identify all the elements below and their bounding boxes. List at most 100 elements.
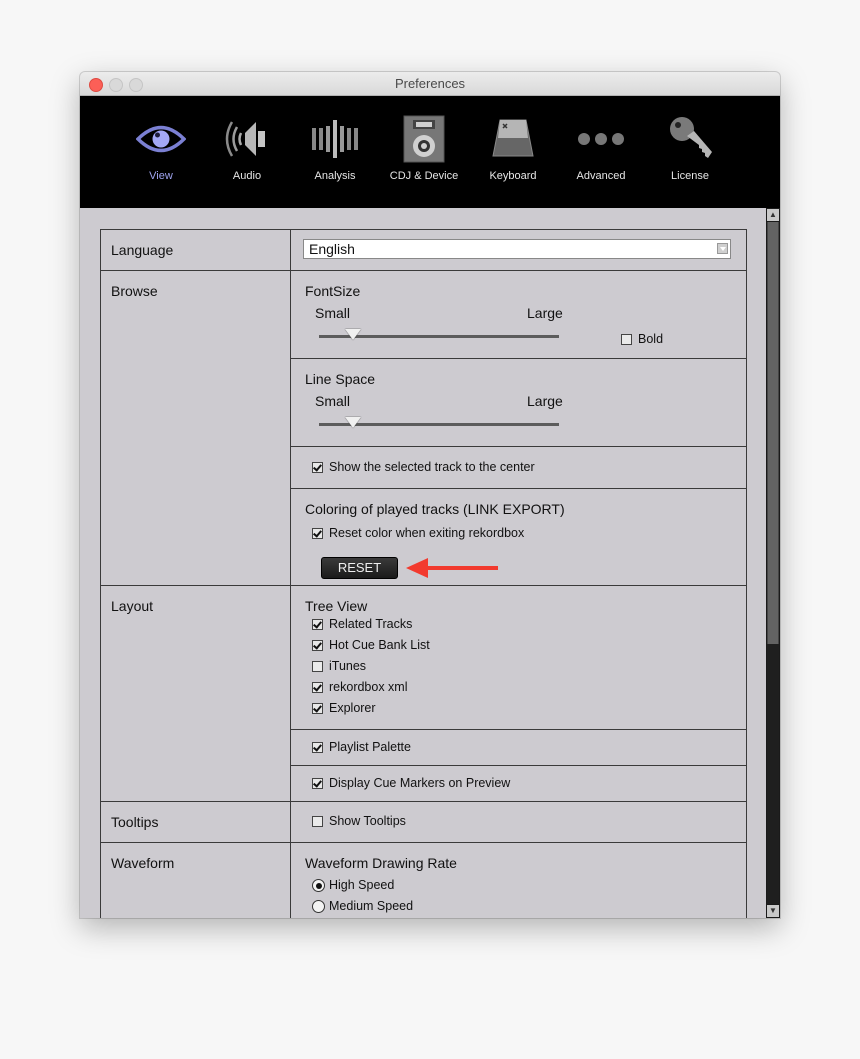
close-window-button[interactable] — [89, 78, 103, 92]
layout-row: Layout Tree View Related Tracks Hot Cue … — [100, 585, 747, 802]
scroll-up-arrow-icon[interactable]: ▲ — [767, 209, 779, 221]
linespace-max-label: Large — [527, 393, 563, 409]
tab-analysis[interactable]: Analysis — [292, 96, 378, 208]
tree-item-related-tracks[interactable]: Related Tracks — [291, 614, 746, 635]
linespace-title: Line Space — [305, 371, 376, 387]
tree-item-explorer[interactable]: Explorer — [291, 698, 746, 719]
preferences-toolbar: View Audio Analysis CDJ & Device Keyboar… — [80, 96, 780, 208]
radio-high-speed[interactable]: High Speed — [291, 875, 746, 896]
tab-license[interactable]: License — [647, 96, 733, 208]
tab-advanced-label: Advanced — [576, 170, 626, 182]
tree-item-rekordbox-xml[interactable]: rekordbox xml — [291, 677, 746, 698]
scroll-down-arrow-icon[interactable]: ▼ — [767, 905, 779, 917]
playlist-palette-checkbox[interactable]: Playlist Palette — [291, 730, 746, 758]
cue-markers-checkbox[interactable]: Display Cue Markers on Preview — [291, 766, 746, 794]
checkbox-box[interactable] — [312, 703, 323, 714]
center-checkbox-box[interactable] — [312, 462, 323, 473]
checkbox-box[interactable] — [312, 640, 323, 651]
language-select-value: English — [309, 241, 355, 257]
center-checkbox[interactable]: Show the selected track to the center — [291, 447, 746, 478]
preferences-window: Preferences View Audio Analysis CDJ & De… — [80, 72, 780, 918]
tab-cdj-device-label: CDJ & Device — [389, 170, 459, 182]
fontsize-title: FontSize — [305, 283, 361, 299]
minimize-window-button[interactable] — [109, 78, 123, 92]
tooltips-label: Tooltips — [100, 801, 291, 843]
tab-view[interactable]: View — [118, 96, 204, 208]
center-section: Show the selected track to the center — [291, 447, 746, 489]
language-label: Language — [100, 229, 291, 271]
radio-label: Medium Speed — [329, 899, 414, 913]
playlist-palette-label: Playlist Palette — [329, 740, 411, 754]
preferences-content: Language English Browse FontSize Small L… — [80, 208, 766, 918]
tab-advanced[interactable]: Advanced — [558, 96, 644, 208]
cue-markers-checkbox-box[interactable] — [312, 778, 323, 789]
waveform-section: Waveform Drawing Rate High Speed Medium … — [291, 843, 746, 918]
waveform-rate-options: High Speed Medium Speed — [291, 875, 746, 917]
playlist-palette-checkbox-box[interactable] — [312, 742, 323, 753]
tree-item-label: Explorer — [329, 701, 376, 715]
tree-item-label: iTunes — [329, 659, 367, 673]
radio-label: High Speed — [329, 878, 395, 892]
show-tooltips-checkbox[interactable]: Show Tooltips — [291, 802, 746, 832]
browse-label: Browse — [100, 270, 291, 586]
tab-analysis-label: Analysis — [314, 170, 356, 182]
dropdown-arrow-icon — [717, 243, 728, 254]
tooltips-row: Tooltips Show Tooltips — [100, 801, 747, 843]
window-title: Preferences — [394, 76, 466, 91]
fontsize-slider-thumb[interactable] — [344, 329, 361, 340]
radio-medium-speed[interactable]: Medium Speed — [291, 896, 746, 917]
tab-license-label: License — [671, 170, 709, 182]
tab-audio[interactable]: Audio — [204, 96, 290, 208]
reset-color-checkbox[interactable]: Reset color when exiting rekordbox — [291, 523, 746, 544]
center-label: Show the selected track to the center — [329, 460, 535, 474]
language-setting: English — [291, 230, 746, 270]
annotation-arrow-icon — [406, 558, 498, 578]
tab-keyboard-label: Keyboard — [489, 170, 537, 182]
bold-label: Bold — [638, 332, 664, 346]
waveform-label: Waveform — [100, 842, 291, 918]
show-tooltips-checkbox-box[interactable] — [312, 816, 323, 827]
reset-color-checkbox-box[interactable] — [312, 528, 323, 539]
cue-markers-section: Display Cue Markers on Preview — [291, 766, 746, 801]
checkbox-box[interactable] — [312, 619, 323, 630]
scrollbar-track[interactable] — [767, 222, 779, 904]
zoom-window-button[interactable] — [129, 78, 143, 92]
layout-label: Layout — [100, 585, 291, 802]
language-select[interactable]: English — [303, 239, 731, 259]
tab-keyboard[interactable]: Keyboard — [470, 96, 556, 208]
radio-button[interactable] — [312, 900, 325, 913]
radio-button[interactable] — [312, 879, 325, 892]
linespace-slider-thumb[interactable] — [344, 417, 361, 428]
tree-item-itunes[interactable]: iTunes — [291, 656, 746, 677]
fontsize-slider[interactable] — [291, 327, 746, 347]
checkbox-box[interactable] — [312, 682, 323, 693]
playlist-palette-section: Playlist Palette — [291, 730, 746, 766]
title-bar: Preferences — [80, 72, 780, 96]
bold-checkbox[interactable]: Bold — [600, 329, 663, 350]
vertical-scrollbar[interactable]: ▲ ▼ — [766, 208, 780, 918]
language-row: Language English — [100, 229, 747, 271]
tree-item-label: Related Tracks — [329, 617, 413, 631]
linespace-slider[interactable] — [291, 415, 746, 435]
bold-checkbox-box[interactable] — [621, 334, 632, 345]
checkbox-box[interactable] — [312, 661, 323, 672]
fontsize-max-label: Large — [527, 305, 563, 321]
speaker-icon — [225, 121, 265, 157]
tree-item-hot-cue-bank-list[interactable]: Hot Cue Bank List — [291, 635, 746, 656]
cue-markers-label: Display Cue Markers on Preview — [329, 776, 511, 790]
tree-item-label: rekordbox xml — [329, 680, 408, 694]
tree-view-list: Related Tracks Hot Cue Bank List iTunes … — [291, 614, 746, 719]
linespace-slider-labels: Small Large — [291, 393, 746, 415]
tab-cdj-device[interactable]: CDJ & Device — [381, 96, 467, 208]
coloring-section: Coloring of played tracks (LINK EXPORT) … — [291, 489, 746, 585]
tab-view-label: View — [149, 170, 173, 182]
scrollbar-thumb[interactable] — [767, 222, 779, 644]
browse-row: Browse FontSize Small Large Bold Line Sp… — [100, 270, 747, 586]
waveform-row: Waveform Waveform Drawing Rate High Spee… — [100, 842, 747, 918]
coloring-title: Coloring of played tracks (LINK EXPORT) — [305, 501, 565, 517]
waveform-rate-title: Waveform Drawing Rate — [305, 855, 457, 871]
linespace-section: Line Space Small Large — [291, 359, 746, 447]
reset-button[interactable]: RESET — [321, 557, 398, 579]
tab-audio-label: Audio — [232, 170, 262, 182]
waveform-bars-icon — [312, 120, 358, 158]
